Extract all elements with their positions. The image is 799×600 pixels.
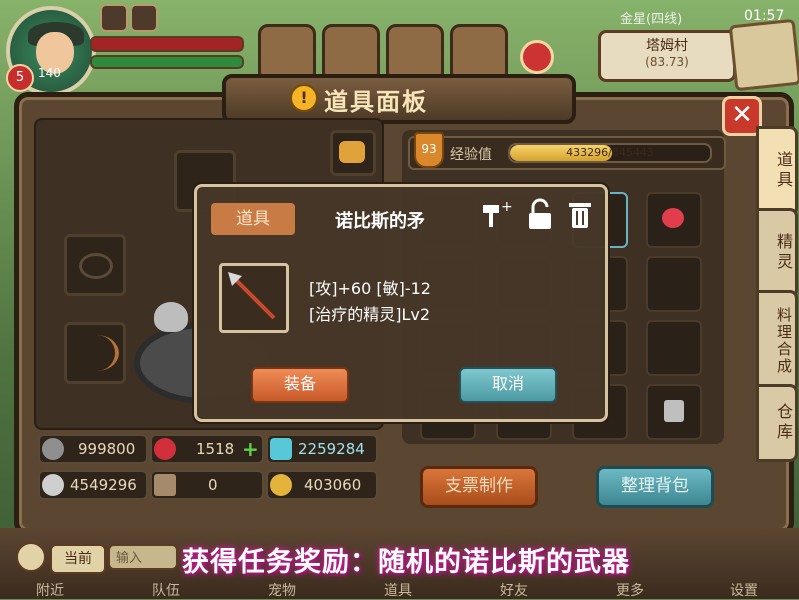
item-category-tag: 道具 [211, 203, 295, 235]
avatar-badge-icon [339, 141, 365, 163]
buff-icon[interactable] [100, 4, 128, 32]
exp-label: 经验值 [450, 147, 492, 163]
silver-count-box: 4549296 [38, 470, 148, 500]
location-box[interactable]: 塔姆村 (83.73) [598, 30, 736, 82]
inventory-slot[interactable] [646, 192, 702, 248]
location-coords: (83.73) [645, 55, 689, 69]
map-icon[interactable] [728, 18, 799, 92]
equip-button[interactable]: 装备 [251, 367, 349, 403]
equip-slot-weapon[interactable] [64, 322, 126, 384]
inventory-slot[interactable] [646, 256, 702, 312]
add-heart-icon[interactable]: + [242, 436, 259, 462]
panel-title-plate: ! 道具面板 [222, 74, 576, 124]
heart-item-icon [662, 208, 684, 228]
hammer-count-box: 0 [150, 470, 264, 500]
collapse-arrow-icon[interactable] [520, 40, 554, 74]
nav-team[interactable]: 队伍 [116, 580, 216, 600]
server-name: 金星(四线) [620, 12, 683, 27]
tab-storage[interactable]: 仓库 [756, 384, 798, 462]
location-name: 塔姆村 [646, 38, 688, 54]
nav-more[interactable]: 更多 [580, 580, 680, 600]
silver-coin-icon [42, 474, 64, 496]
panel-title: 道具面板 [324, 88, 428, 116]
nav-pets[interactable]: 宠物 [232, 580, 332, 600]
item-detail-popup: 道具 诺比斯的矛 + [攻]+60 [敏]-12 [治疗的精灵]Lv2 装备 取… [194, 184, 608, 422]
gem-count: 2259284 [298, 440, 365, 458]
lock-icon [664, 400, 684, 422]
heart-count-box: 1518 + [150, 434, 264, 464]
make-check-button[interactable]: 支票制作 [420, 466, 538, 508]
badge-count-box: 999800 [38, 434, 148, 464]
tab-cooking[interactable]: 料理合成 [756, 290, 798, 392]
badge-count: 999800 [78, 440, 136, 458]
bow-icon [75, 335, 119, 371]
gem-count-box: 2259284 [266, 434, 378, 464]
gold-count: 403060 [304, 476, 362, 494]
player-level-badge: 5 [6, 64, 34, 92]
spear-icon [228, 272, 276, 320]
hp-bar [90, 36, 244, 52]
reward-notice: 获得任务奖励：随机的诺比斯的武器 [182, 547, 630, 578]
hammer-count: 0 [208, 476, 218, 494]
alert-icon: ! [290, 84, 318, 112]
sort-bag-button[interactable]: 整理背包 [596, 466, 714, 508]
tab-spirits[interactable]: 精灵 [756, 208, 798, 298]
nav-friends[interactable]: 好友 [464, 580, 564, 600]
item-spirit-line: [治疗的精灵]Lv2 [309, 305, 431, 324]
inventory-slot[interactable] [646, 320, 702, 376]
emoji-icon[interactable] [16, 542, 46, 572]
player-hp: 140 [38, 66, 61, 80]
nav-items[interactable]: 道具 [348, 580, 448, 600]
gem-icon [270, 438, 292, 460]
item-preview-slot [219, 263, 289, 333]
tab-items[interactable]: 道具 [756, 126, 798, 216]
silver-count: 4549296 [70, 476, 137, 494]
svg-text:+: + [501, 199, 513, 215]
heart-icon [154, 438, 176, 460]
status-icon[interactable] [130, 4, 158, 32]
hammer-icon [154, 474, 176, 496]
chat-channel-button[interactable]: 当前 [50, 544, 106, 574]
hammer-plus-icon[interactable]: + [479, 197, 513, 231]
unlock-icon[interactable] [523, 197, 557, 231]
mp-bar [90, 55, 244, 69]
nav-settings[interactable]: 设置 [694, 580, 794, 600]
cancel-button[interactable]: 取消 [459, 367, 557, 403]
gold-count-box: 403060 [266, 470, 378, 500]
item-name: 诺比斯的矛 [335, 211, 425, 232]
exp-value: 433296/845443 [566, 146, 654, 159]
gold-coin-icon [270, 474, 292, 496]
ring-icon [79, 253, 113, 279]
player-level-shield: 93 [414, 132, 444, 168]
star-badge-icon [42, 438, 64, 460]
heart-count: 1518 [196, 440, 235, 458]
trash-icon[interactable] [563, 197, 597, 231]
inventory-slot-locked[interactable] [646, 384, 702, 440]
chat-input[interactable]: 输入 [108, 544, 178, 570]
equip-slot-badge[interactable] [330, 130, 376, 176]
item-stat-line: [攻]+60 [敏]-12 [309, 279, 431, 298]
axe-icon [154, 302, 188, 332]
equip-slot-ring[interactable] [64, 234, 126, 296]
exp-bar: 433296/845443 [508, 143, 712, 163]
nav-nearby[interactable]: 附近 [0, 580, 100, 600]
